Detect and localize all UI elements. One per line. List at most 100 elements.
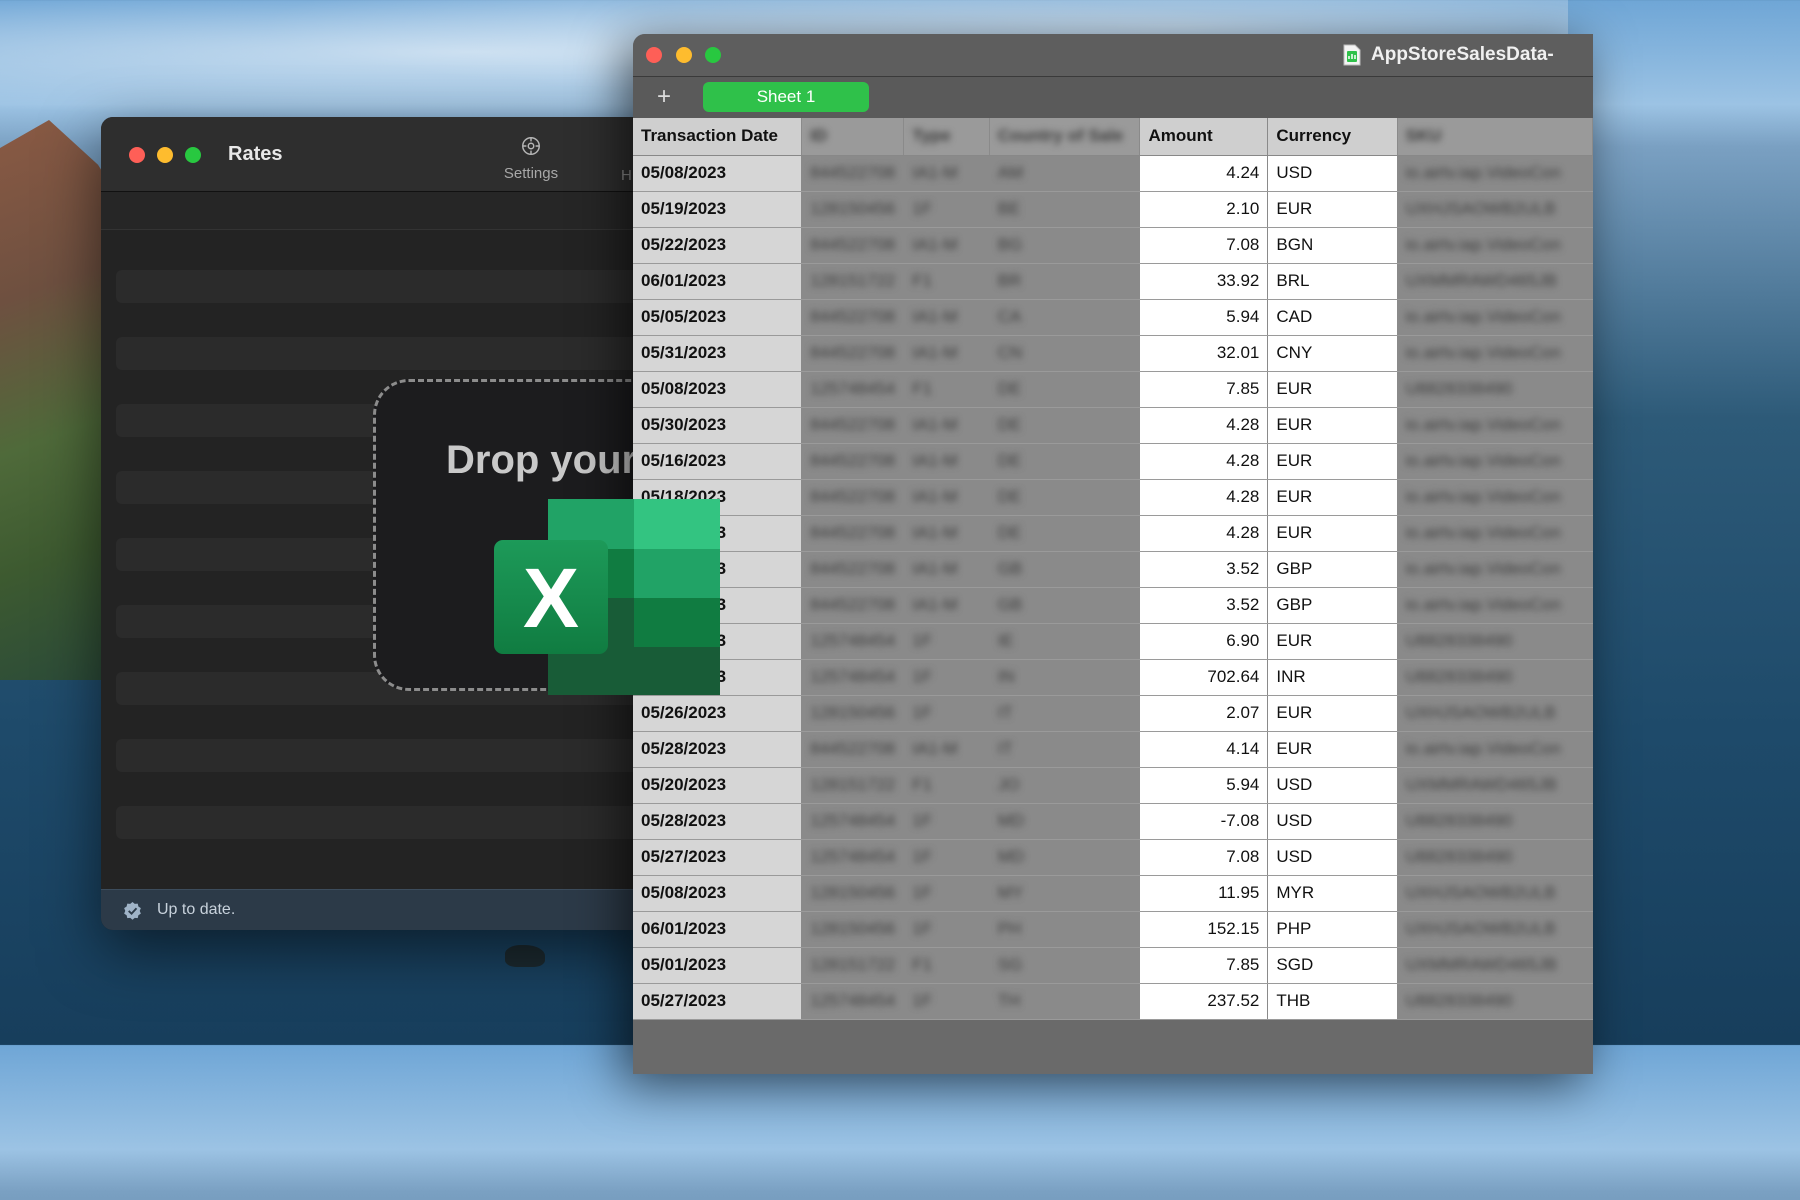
cell-country[interactable]: MD <box>989 803 1141 840</box>
cell-id[interactable]: 125748454 <box>801 983 905 1020</box>
cell-amount[interactable]: 4.28 <box>1139 407 1269 444</box>
cell-type[interactable]: 1F <box>903 875 990 912</box>
cell-type[interactable]: IA1-M <box>903 407 990 444</box>
cell-amount[interactable]: 7.85 <box>1139 947 1269 984</box>
cell-sku[interactable]: io.airtv.iap.VideoCon <box>1397 587 1593 624</box>
cell-date[interactable]: 05/30/2023 <box>633 407 803 444</box>
zoom-button[interactable] <box>185 147 201 163</box>
cell-currency[interactable]: MYR <box>1267 875 1398 912</box>
cell-type[interactable]: IA1-M <box>903 155 990 192</box>
cell-amount[interactable]: 3.52 <box>1139 587 1269 624</box>
cell-currency[interactable]: EUR <box>1267 191 1398 228</box>
cell-id[interactable]: 128150456 <box>801 695 905 732</box>
cell-currency[interactable]: EUR <box>1267 407 1398 444</box>
cell-id[interactable]: 125748454 <box>801 839 905 876</box>
cell-id[interactable]: 844522708 <box>801 299 905 336</box>
cell-type[interactable]: 1F <box>903 803 990 840</box>
zoom-button[interactable] <box>705 47 721 63</box>
cell-type[interactable]: IA1-M <box>903 335 990 372</box>
cell-currency[interactable]: PHP <box>1267 911 1398 948</box>
cell-sku[interactable]: U8828338490 <box>1397 371 1593 408</box>
cell-amount[interactable]: 32.01 <box>1139 335 1269 372</box>
cell-sku[interactable]: U8828338490 <box>1397 623 1593 660</box>
cell-amount[interactable]: 152.15 <box>1139 911 1269 948</box>
cell-country[interactable]: BG <box>989 227 1141 264</box>
cell-country[interactable]: DE <box>989 515 1141 552</box>
cell-date[interactable]: 05/27/2023 <box>633 983 803 1020</box>
cell-id[interactable]: 844522708 <box>801 443 905 480</box>
cell-id[interactable]: 125748454 <box>801 803 905 840</box>
cell-date[interactable]: 05/08/2023 <box>633 371 803 408</box>
cell-sku[interactable]: io.airtv.iap.VideoCon <box>1397 227 1593 264</box>
cell-type[interactable]: F1 <box>903 767 990 804</box>
cell-amount[interactable]: 4.24 <box>1139 155 1269 192</box>
cell-id[interactable]: 844522708 <box>801 155 905 192</box>
cell-type[interactable]: 1F <box>903 695 990 732</box>
cell-country[interactable]: TH <box>989 983 1141 1020</box>
cell-amount[interactable]: 5.94 <box>1139 767 1269 804</box>
cell-country[interactable]: DE <box>989 371 1141 408</box>
cell-type[interactable]: 1F <box>903 623 990 660</box>
cell-sku[interactable]: io.airtv.iap.VideoCon <box>1397 335 1593 372</box>
cell-currency[interactable]: BRL <box>1267 263 1398 300</box>
column-header[interactable]: Type <box>903 118 990 156</box>
cell-country[interactable]: JO <box>989 767 1141 804</box>
cell-amount[interactable]: -7.08 <box>1139 803 1269 840</box>
cell-country[interactable]: GB <box>989 551 1141 588</box>
column-header[interactable]: SKU <box>1397 118 1593 156</box>
cell-id[interactable]: 128151722 <box>801 263 905 300</box>
cell-currency[interactable]: INR <box>1267 659 1398 696</box>
cell-country[interactable]: BR <box>989 263 1141 300</box>
cell-sku[interactable]: UXMMRAWD465JB <box>1397 263 1593 300</box>
cell-type[interactable]: IA1-M <box>903 731 990 768</box>
cell-currency[interactable]: SGD <box>1267 947 1398 984</box>
cell-date[interactable]: 05/19/2023 <box>633 191 803 228</box>
cell-currency[interactable]: USD <box>1267 767 1398 804</box>
cell-currency[interactable]: USD <box>1267 803 1398 840</box>
cell-type[interactable]: F1 <box>903 947 990 984</box>
excel-file-icon[interactable]: X <box>494 499 720 695</box>
cell-currency[interactable]: EUR <box>1267 443 1398 480</box>
cell-country[interactable]: MD <box>989 839 1141 876</box>
cell-date[interactable]: 05/08/2023 <box>633 875 803 912</box>
cell-country[interactable]: IT <box>989 731 1141 768</box>
cell-amount[interactable]: 4.28 <box>1139 479 1269 516</box>
cell-amount[interactable]: 7.85 <box>1139 371 1269 408</box>
cell-type[interactable]: IA1-M <box>903 587 990 624</box>
cell-type[interactable]: F1 <box>903 371 990 408</box>
cell-date[interactable]: 06/01/2023 <box>633 911 803 948</box>
cell-id[interactable]: 844522708 <box>801 515 905 552</box>
cell-amount[interactable]: 7.08 <box>1139 839 1269 876</box>
cell-currency[interactable]: CNY <box>1267 335 1398 372</box>
cell-amount[interactable]: 702.64 <box>1139 659 1269 696</box>
cell-id[interactable]: 125748454 <box>801 659 905 696</box>
cell-type[interactable]: 1F <box>903 839 990 876</box>
cell-currency[interactable]: EUR <box>1267 623 1398 660</box>
cell-country[interactable]: SG <box>989 947 1141 984</box>
cell-country[interactable]: IN <box>989 659 1141 696</box>
cell-type[interactable]: 1F <box>903 983 990 1020</box>
add-sheet-button[interactable]: + <box>657 83 671 111</box>
rates-titlebar[interactable]: Rates Settings H <box>101 117 661 192</box>
cell-type[interactable]: IA1-M <box>903 443 990 480</box>
cell-id[interactable]: 125748454 <box>801 371 905 408</box>
cell-country[interactable]: AM <box>989 155 1141 192</box>
cell-type[interactable]: IA1-M <box>903 299 990 336</box>
cell-sku[interactable]: U8828338490 <box>1397 983 1593 1020</box>
cell-amount[interactable]: 11.95 <box>1139 875 1269 912</box>
cell-sku[interactable]: U8828338490 <box>1397 803 1593 840</box>
cell-id[interactable]: 128150456 <box>801 875 905 912</box>
cell-id[interactable]: 844522708 <box>801 479 905 516</box>
cell-id[interactable]: 844522708 <box>801 335 905 372</box>
cell-id[interactable]: 844522708 <box>801 731 905 768</box>
cell-country[interactable]: GB <box>989 587 1141 624</box>
cell-country[interactable]: MY <box>989 875 1141 912</box>
cell-amount[interactable]: 5.94 <box>1139 299 1269 336</box>
cell-sku[interactable]: UXMMRAWD465JB <box>1397 767 1593 804</box>
cell-date[interactable]: 05/16/2023 <box>633 443 803 480</box>
cell-sku[interactable]: io.airtv.iap.VideoCon <box>1397 155 1593 192</box>
column-header[interactable]: Transaction Date <box>633 118 803 156</box>
cell-id[interactable]: 128150456 <box>801 911 905 948</box>
cell-date[interactable]: 05/27/2023 <box>633 839 803 876</box>
cell-currency[interactable]: USD <box>1267 155 1398 192</box>
